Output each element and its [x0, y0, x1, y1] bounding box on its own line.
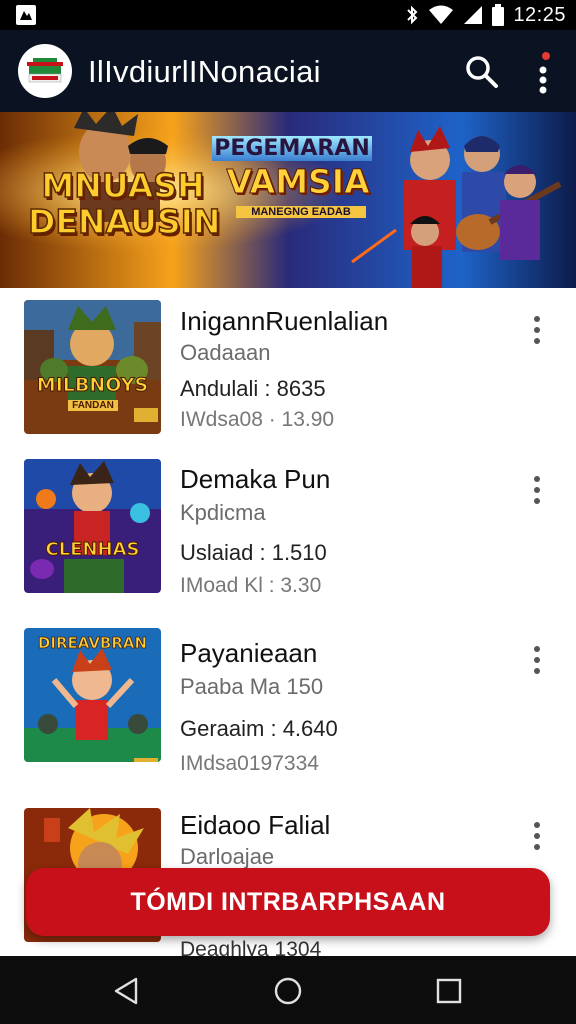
item-meta: IMdsa0197334 — [180, 752, 319, 775]
search-icon[interactable] — [464, 54, 500, 90]
app-title: IlIvdiurlINonaciai — [88, 54, 321, 89]
home-icon[interactable] — [271, 974, 305, 1008]
thumbnail-label: MILBNOYS — [36, 374, 149, 397]
more-vert-icon[interactable] — [524, 470, 550, 510]
thumbnail-label: CLENHAS — [45, 539, 140, 561]
item-meta: IMoad Kl : 3.30 — [180, 574, 322, 597]
app-bar: IlIvdiurlINonaciai — [0, 30, 576, 112]
bluetooth-icon — [407, 5, 418, 25]
item-meta: Deaghlya 1304 — [180, 938, 322, 956]
game-thumbnail: CLENHAS — [24, 459, 161, 593]
more-vert-icon[interactable] — [524, 310, 550, 350]
battery-icon — [492, 4, 505, 26]
signal-icon — [464, 6, 483, 24]
item-rating: Uslaiad : 1.510 — [180, 540, 327, 565]
app-logo[interactable] — [18, 44, 72, 98]
banner-title-line2: DENAUSIN — [27, 202, 221, 241]
item-title: InigannRuenlalian — [180, 306, 389, 336]
navigation-bar — [0, 956, 576, 1024]
game-thumbnail: MILBNOYS FANDAN — [24, 300, 161, 434]
game-list: MILBNOYS FANDAN InigannRuenlalian Oadaaa… — [0, 288, 576, 956]
banner-title-line1: MNUASH — [41, 166, 206, 205]
banner-subtitle-top: PEGEMARAN — [212, 136, 372, 161]
back-icon[interactable] — [110, 974, 144, 1008]
list-item[interactable]: DIREAVBRAN Payanieaan Paaba Ma 150 Geraa… — [0, 618, 576, 778]
item-title: Payanieaan — [180, 638, 318, 668]
promo-banner[interactable]: MNUASH DENAUSIN PEGEMARAN VAMSIA MANEGNG… — [0, 112, 576, 288]
item-subtitle: Kpdicma — [180, 500, 266, 525]
thumbnail-label: DIREAVBRAN — [37, 634, 148, 653]
status-icons: 12:25 — [405, 4, 566, 26]
item-rating: Andulali : 8635 — [180, 376, 326, 401]
list-item[interactable]: MILBNOYS FANDAN InigannRuenlalian Oadaaa… — [0, 288, 576, 448]
more-vert-icon[interactable] — [524, 640, 550, 680]
more-vert-icon[interactable] — [524, 816, 550, 856]
more-vert-icon[interactable] — [530, 50, 556, 94]
item-subtitle: Paaba Ma 150 — [180, 674, 324, 699]
item-rating: Geraaim : 4.640 — [180, 716, 338, 741]
item-title: Demaka Pun — [180, 464, 331, 494]
banner-subtitle-small: MANEGNG EADAB — [236, 206, 366, 218]
item-subtitle: Darloajae — [180, 844, 275, 869]
banner-subtitle-main: VAMSIA — [226, 162, 370, 202]
banner-title: MNUASH DENAUSIN — [27, 166, 221, 241]
wifi-icon — [429, 5, 454, 24]
install-button[interactable]: TÓMDI INTRBARPHSAAN — [26, 868, 550, 936]
recents-icon[interactable] — [432, 974, 466, 1008]
list-item[interactable]: CLENHAS Demaka Pun Kpdicma Uslaiad : 1.5… — [0, 448, 576, 608]
status-app-icon — [16, 5, 36, 25]
game-thumbnail: DIREAVBRAN — [24, 628, 161, 762]
thumbnail-sublabel: FANDAN — [68, 400, 118, 411]
status-bar: 12:25 — [0, 0, 576, 30]
status-time: 12:25 — [513, 3, 566, 26]
item-subtitle: Oadaaan — [180, 340, 271, 365]
item-title: Eidaoo Falial — [180, 810, 331, 840]
item-meta: IWdsa08 · 13.90 — [180, 408, 335, 431]
